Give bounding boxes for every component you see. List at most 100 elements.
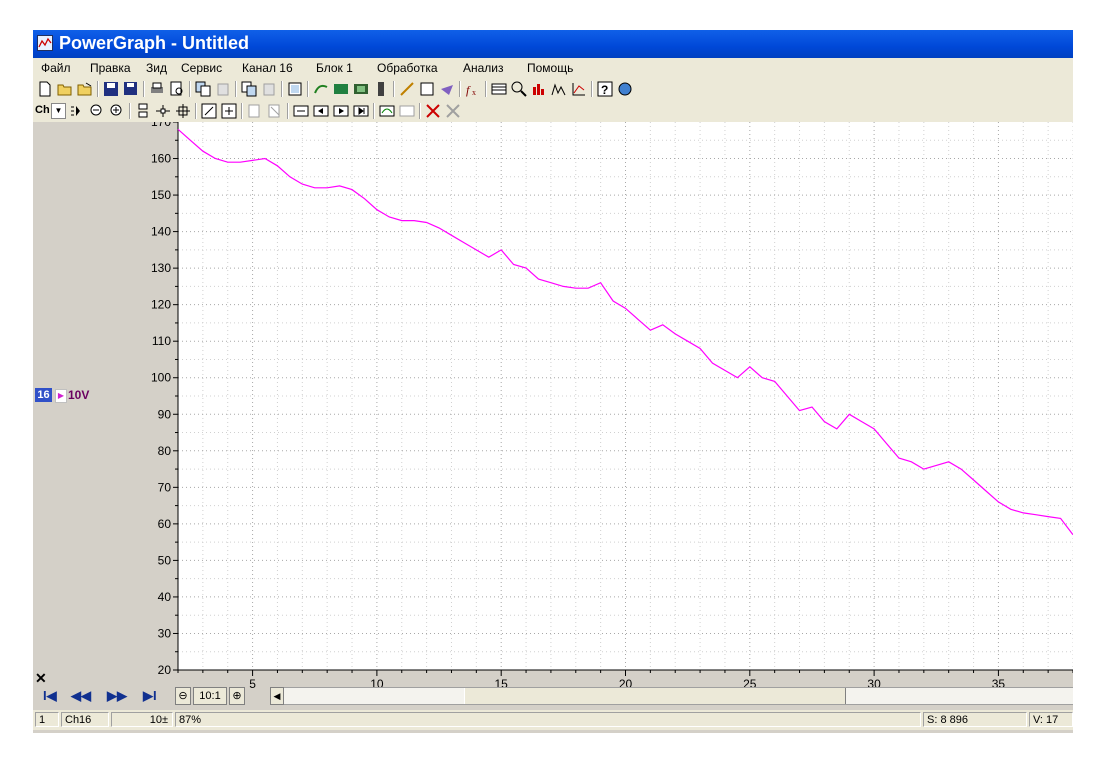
filter-icon[interactable] — [399, 81, 415, 97]
y-tick-label: 40 — [158, 590, 172, 604]
tool-icon[interactable] — [439, 81, 455, 97]
cursor-icon[interactable] — [155, 103, 171, 119]
first-page-icon[interactable]: I◀ — [43, 688, 57, 704]
go-start-icon[interactable] — [293, 103, 309, 119]
zoom-in-icon[interactable] — [109, 103, 125, 119]
record-icon[interactable] — [313, 81, 329, 97]
copy-icon[interactable] — [241, 81, 257, 97]
svg-text:x: x — [472, 88, 476, 97]
step-back-icon[interactable] — [313, 103, 329, 119]
delete-marker-icon[interactable] — [425, 103, 441, 119]
prev-page-icon[interactable]: ◀◀ — [71, 688, 91, 704]
app-window: PowerGraph - Untitled Файл Правка Зид Се… — [33, 30, 1073, 733]
svg-text:?: ? — [601, 83, 608, 97]
device-icon[interactable] — [333, 81, 349, 97]
status-value: V: 17 — [1029, 712, 1073, 727]
zoom-out-icon[interactable] — [89, 103, 105, 119]
paste-icon[interactable] — [261, 81, 277, 97]
overlay-off-icon[interactable] — [399, 103, 415, 119]
status-channel: Ch16 — [61, 712, 109, 727]
block-delete-icon[interactable] — [267, 103, 283, 119]
menu-edit[interactable]: Правка — [90, 61, 131, 75]
step-forward-icon[interactable] — [333, 103, 349, 119]
channel-list-icon[interactable] — [69, 103, 85, 119]
channel-number[interactable]: 16 — [35, 388, 52, 402]
y-tick-label: 130 — [151, 261, 171, 275]
overlay-icon[interactable] — [379, 103, 395, 119]
stop-icon[interactable] — [373, 81, 389, 97]
go-end-icon[interactable] — [353, 103, 369, 119]
channel-dropdown[interactable]: ▼ — [51, 103, 66, 119]
title-bar[interactable]: PowerGraph - Untitled — [33, 30, 1073, 58]
menu-service[interactable]: Сервис — [181, 61, 222, 75]
menu-help[interactable]: Помощь — [527, 61, 573, 75]
y-tick-label: 140 — [151, 225, 171, 239]
y-tick-label: 100 — [151, 371, 171, 385]
function-icon[interactable]: fx — [465, 81, 481, 97]
save-icon[interactable] — [103, 81, 119, 97]
channel-selector-label: Ch — [35, 104, 50, 116]
duplicate-icon[interactable] — [287, 81, 303, 97]
web-icon[interactable] — [617, 81, 633, 97]
scrollbar-thumb[interactable] — [464, 688, 846, 704]
y-tick-label: 60 — [158, 517, 172, 531]
paste-block-icon[interactable] — [215, 81, 231, 97]
calc-icon[interactable] — [419, 81, 435, 97]
menu-file[interactable]: Файл — [41, 61, 71, 75]
fit-all-icon[interactable] — [201, 103, 217, 119]
open-folder-icon[interactable] — [57, 81, 73, 97]
menu-channel[interactable]: Канал 16 — [242, 61, 293, 75]
last-page-icon[interactable]: ▶I — [143, 688, 157, 704]
y-tick-label: 160 — [151, 152, 171, 166]
scroll-left-arrow[interactable]: ◀ — [270, 687, 284, 705]
y-tick-label: 170 — [151, 122, 171, 129]
zoom-plus-button[interactable]: ⊕ — [229, 687, 245, 705]
zoom-minus-button[interactable]: ⊖ — [175, 687, 191, 705]
status-bar: 1 Ch16 10± 87% S: 8 896 V: 17 — [33, 710, 1073, 730]
svg-text:f: f — [466, 83, 471, 97]
save-as-icon[interactable] — [123, 81, 139, 97]
app-icon — [37, 35, 53, 51]
status-samples: S: 8 896 — [923, 712, 1027, 727]
y-tick-label: 70 — [158, 480, 172, 494]
new-file-icon[interactable] — [37, 81, 53, 97]
y-tick-label: 90 — [158, 407, 172, 421]
spectrum-icon[interactable] — [551, 81, 567, 97]
menu-block[interactable]: Блок 1 — [316, 61, 353, 75]
menu-processing[interactable]: Обработка — [377, 61, 438, 75]
block-select-icon[interactable] — [247, 103, 263, 119]
menu-bar: Файл Правка Зид Сервис Канал 16 Блок 1 О… — [33, 58, 1073, 78]
menu-analysis[interactable]: Анализ — [463, 61, 504, 75]
zoom-graph-icon[interactable] — [511, 81, 527, 97]
view-toolbar: Ch ▼ — [33, 100, 1073, 122]
y-tick-label: 50 — [158, 553, 172, 567]
copy-block-icon[interactable] — [195, 81, 211, 97]
graph-area[interactable]: 20 30 40 50 60 70 80 90 100 110 120 130 140 150 160 170… — [33, 122, 1073, 702]
crosshair-icon[interactable] — [175, 103, 191, 119]
y-tick-label: 150 — [151, 188, 171, 202]
channel-play-icon[interactable]: ▶ — [55, 389, 67, 403]
monitor-icon[interactable] — [353, 81, 369, 97]
menu-view[interactable]: Зид — [146, 61, 167, 75]
status-block: 1 — [35, 712, 59, 727]
navigation-bar: I◀ ◀◀ ▶▶ ▶I ⊖ 10:1 ⊕ ◀ — [33, 685, 1073, 707]
clear-markers-icon[interactable] — [445, 103, 461, 119]
window-title: PowerGraph - Untitled — [59, 33, 250, 53]
y-tick-label: 120 — [151, 298, 171, 312]
y-tick-label: 30 — [158, 626, 172, 640]
print-icon[interactable] — [149, 81, 165, 97]
open-recent-icon[interactable] — [77, 81, 93, 97]
xy-plot-icon[interactable] — [571, 81, 587, 97]
horizontal-scrollbar[interactable]: ◀ — [270, 687, 1073, 705]
histogram-icon[interactable] — [531, 81, 547, 97]
help-icon[interactable]: ? — [597, 81, 613, 97]
autoscale-icon[interactable] — [221, 103, 237, 119]
channel-range: 10V — [68, 388, 90, 402]
print-preview-icon[interactable] — [169, 81, 185, 97]
next-page-icon[interactable]: ▶▶ — [107, 688, 127, 704]
stack-channels-icon[interactable] — [135, 103, 151, 119]
zoom-ratio[interactable]: 10:1 — [193, 687, 227, 705]
status-zoom: 87% — [175, 712, 921, 727]
y-tick-label: 20 — [158, 663, 172, 677]
table-icon[interactable] — [491, 81, 507, 97]
